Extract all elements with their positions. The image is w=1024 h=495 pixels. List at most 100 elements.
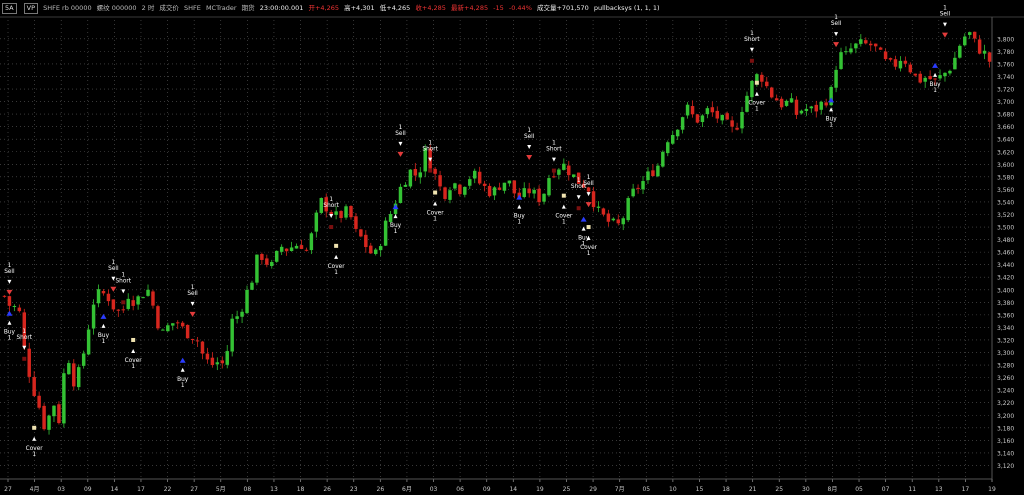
x-tick-label: 22 (164, 486, 172, 493)
candle-body (354, 216, 358, 229)
candle-body (789, 98, 794, 103)
y-tick-label: 3,760 (997, 61, 1014, 68)
candle-body (735, 127, 739, 130)
candle-body (908, 64, 913, 73)
y-tick-label: 3,740 (997, 74, 1014, 81)
candle-body (373, 249, 378, 254)
x-tick-label: 09 (483, 486, 491, 493)
signal-pointer (551, 157, 556, 162)
candle-body (309, 233, 314, 251)
candle-body (37, 395, 41, 408)
y-tick-label: 3,520 (997, 212, 1014, 219)
y-tick-label: 3,140 (997, 450, 1014, 457)
signal-qty: 1 (394, 229, 398, 235)
x-tick-label: 7月 (615, 486, 625, 493)
candle-body (235, 316, 239, 319)
candle-body (859, 39, 863, 44)
signal-pointer (834, 32, 839, 37)
candle-body (245, 289, 249, 314)
candle-body (567, 165, 571, 176)
candle-body (304, 249, 309, 251)
candle-body (571, 174, 576, 177)
x-tick-label: 19 (536, 486, 544, 493)
signal-qty: 1 (552, 141, 556, 147)
candle-body (96, 289, 101, 304)
candle-body (106, 293, 111, 302)
x-tick-label: 13 (270, 486, 278, 493)
candle-body (502, 182, 507, 191)
candle-body (646, 171, 650, 181)
candle-body (656, 165, 660, 177)
candle-body (849, 48, 853, 53)
x-tick-label: 18 (297, 486, 305, 493)
cover-marker (433, 190, 438, 195)
signal-qty: 1 (32, 452, 36, 458)
x-tick-label: 05 (855, 486, 863, 493)
y-tick-label: 3,260 (997, 375, 1014, 382)
short-marker (576, 206, 581, 211)
signal-qty: 1 (562, 220, 566, 226)
candle-body (205, 353, 210, 360)
candle-body (17, 307, 22, 312)
candle-body (334, 211, 338, 215)
candle-body (824, 102, 828, 106)
candle-body (2, 295, 7, 297)
candle-body (76, 367, 81, 388)
candle-body (274, 250, 279, 262)
candle-body (557, 169, 561, 175)
short-marker (428, 168, 433, 173)
candle-body (715, 110, 720, 119)
candle-body (794, 99, 799, 115)
candle-body (542, 193, 546, 202)
candle-body (151, 291, 155, 306)
candle-body (141, 297, 145, 299)
candle-body (814, 104, 819, 112)
signal-label: Short (115, 278, 131, 284)
y-tick-label: 3,540 (997, 199, 1014, 206)
candle-body (131, 300, 135, 306)
candle-body (958, 45, 962, 58)
chart-grid (0, 20, 993, 478)
signal-qty: 1 (527, 128, 531, 134)
candle-body (839, 52, 843, 69)
candle-body (680, 117, 685, 130)
candle-body (527, 188, 531, 194)
candle-body (918, 73, 922, 83)
candle-body (497, 187, 502, 190)
candle-body (774, 98, 779, 101)
candle-body (522, 188, 526, 197)
price-chart[interactable]: Sell1Buy1 Short1Cover1Sell1Short1Buy1Cove… (0, 0, 1024, 495)
candle-body (507, 180, 512, 184)
x-tick-label: 14 (509, 486, 517, 493)
candle-body (12, 305, 17, 307)
candle-body (42, 405, 46, 430)
signal-label: Sell (187, 291, 198, 297)
signal-pointer (754, 91, 759, 96)
candle-body (270, 262, 274, 266)
signal-qty: 1 (181, 383, 185, 389)
candle-body (67, 363, 71, 375)
signal-qty: 1 (131, 364, 135, 370)
x-tick-label: 11 (908, 486, 916, 493)
candle-body (47, 415, 51, 430)
signal-qty: 1 (8, 263, 12, 269)
candle-body (225, 351, 229, 365)
signal-label: Short (422, 147, 438, 153)
candle-body (200, 341, 205, 354)
candle-body (418, 172, 423, 178)
candle-body (883, 51, 888, 60)
candle-body (369, 245, 373, 254)
candle-body (344, 206, 348, 218)
candle-body (185, 324, 190, 339)
buy-arrow (828, 97, 835, 103)
y-tick-label: 3,640 (997, 137, 1014, 144)
signal-pointer (933, 72, 938, 77)
signal-pointer (749, 47, 754, 52)
candle-body (443, 187, 447, 199)
candle-body (260, 254, 264, 260)
candle-body (552, 176, 556, 178)
x-tick-label: 4月 (30, 486, 40, 493)
y-tick-label: 3,380 (997, 300, 1014, 307)
candle-body (62, 373, 66, 424)
signal-pointer (7, 320, 12, 325)
